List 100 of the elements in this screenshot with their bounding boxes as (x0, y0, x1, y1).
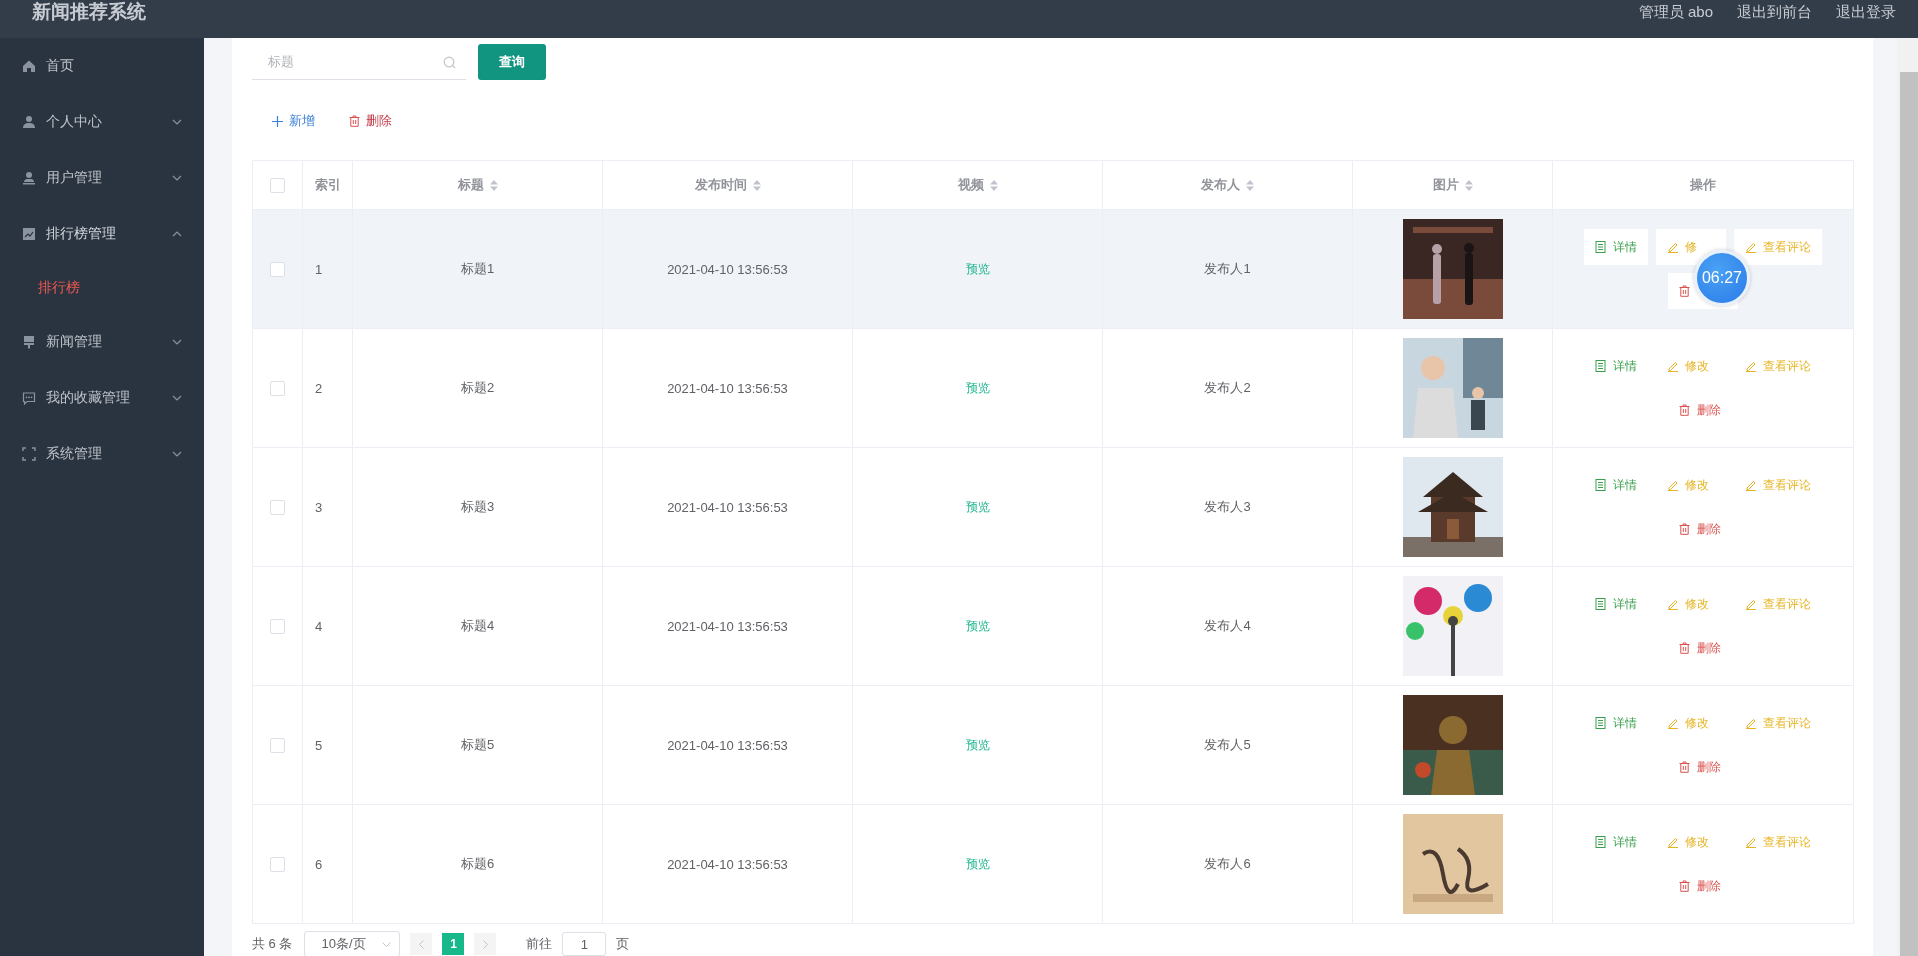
sort-icon (489, 179, 498, 191)
delete-button[interactable]: 删除 (1668, 749, 1738, 785)
doc-icon (1595, 360, 1607, 372)
checkbox[interactable] (270, 261, 285, 277)
chevron-right-icon (482, 939, 488, 949)
search-button[interactable]: 查询 (478, 44, 546, 80)
comments-button[interactable]: 查看评论 (1734, 824, 1822, 860)
delete-button[interactable]: 删除 (1668, 868, 1738, 904)
sidebar-item[interactable]: 个人中心 (0, 94, 204, 150)
table-cell: 发布人1 (1204, 260, 1251, 278)
checkbox[interactable] (270, 856, 285, 872)
checkbox[interactable] (270, 737, 285, 753)
preview-link[interactable]: 预览 (965, 379, 990, 397)
detail-button[interactable]: 详情 (1584, 348, 1648, 384)
preview-link[interactable]: 预览 (965, 736, 990, 754)
page-size-select[interactable]: 10条/页 (304, 931, 401, 956)
comments-button[interactable]: 查看评论 (1734, 348, 1822, 384)
column-header: 操作 (1689, 176, 1717, 194)
edit-button[interactable]: 修改 (1656, 467, 1726, 503)
sidebar-subitem[interactable]: 排行榜 (0, 262, 204, 314)
page-number-field[interactable]: 1 (562, 932, 607, 956)
table-cell: 2021-04-10 13:56:53 (667, 499, 788, 515)
trash-icon (349, 115, 360, 127)
table-cell: 2021-04-10 13:56:53 (667, 380, 788, 396)
table-cell: 2021-04-10 13:56:53 (667, 618, 788, 634)
pencil-icon (1667, 717, 1679, 729)
pencil-icon (1667, 360, 1679, 372)
table-cell: 发布人2 (1204, 379, 1251, 397)
detail-button[interactable]: 详情 (1584, 824, 1648, 860)
chevron-down-icon (172, 339, 182, 345)
page-button[interactable]: 1 (442, 933, 465, 955)
sidebar-item[interactable]: 新闻管理 (0, 314, 204, 370)
comments-button[interactable]: 查看评论 (1734, 705, 1822, 741)
table-row[interactable]: 6 标题6 2021-04-10 13:56:53 预览 发布人6 详情 修改 查看评论 删除 (253, 805, 1853, 924)
table-cell: 发布人3 (1204, 498, 1251, 516)
sidebar-item[interactable]: 系统管理 (0, 426, 204, 482)
app-title: 新闻推荐系统 (32, 0, 146, 24)
edit-button[interactable]: 修改 (1656, 824, 1726, 860)
table-cell: 2021-04-10 13:56:53 (667, 856, 788, 872)
table-cell: 5 (315, 737, 323, 753)
home-icon (22, 59, 36, 73)
preview-link[interactable]: 预览 (965, 855, 990, 873)
table-row[interactable]: 3 标题3 2021-04-10 13:56:53 预览 发布人3 详情 修改 查看评论 删除 (253, 448, 1853, 567)
comments-button[interactable]: 查看评论 (1734, 467, 1822, 503)
table-row[interactable]: 5 标题5 2021-04-10 13:56:53 预览 发布人5 详情 修改 查看评论 删除 (253, 686, 1853, 805)
table-row[interactable]: 4 标题4 2021-04-10 13:56:53 预览 发布人4 详情 修改 查看评论 删除 (253, 567, 1853, 686)
sidebar-item[interactable]: 首页 (0, 38, 204, 94)
delete-button[interactable]: 删除 (1668, 630, 1738, 666)
table-row[interactable]: 2 标题2 2021-04-10 13:56:53 预览 发布人2 详情 修改 查看评论 删除 (253, 329, 1853, 448)
column-header[interactable]: 发布时间 (603, 161, 853, 209)
edit-button[interactable]: 修改 (1656, 348, 1726, 384)
pencil-icon (1745, 836, 1757, 848)
sidebar-item[interactable]: 我的收藏管理 (0, 370, 204, 426)
edit-button[interactable]: 修 (1656, 229, 1726, 265)
sidebar-item[interactable]: 用户管理 (0, 150, 204, 206)
edit-button[interactable]: 修改 (1656, 705, 1726, 741)
detail-button[interactable]: 详情 (1584, 705, 1648, 741)
delete-button[interactable]: 删除 (1668, 511, 1738, 547)
chart-icon (22, 227, 36, 241)
detail-button[interactable]: 详情 (1584, 467, 1648, 503)
delete-button[interactable]: 删除 (1668, 392, 1738, 428)
trash-icon (1679, 642, 1691, 654)
preview-link[interactable]: 预览 (965, 617, 990, 635)
pencil-icon (1745, 717, 1757, 729)
page-unit-label: 页 (616, 935, 630, 953)
comments-button[interactable]: 查看评论 (1734, 229, 1822, 265)
nav-link[interactable]: 退出到前台 (1737, 2, 1812, 22)
delete-button[interactable]: 删除 (341, 108, 400, 134)
checkbox[interactable] (270, 380, 285, 396)
preview-link[interactable]: 预览 (965, 260, 990, 278)
scrollbar-thumb[interactable] (1900, 72, 1918, 956)
scrollbar[interactable] (1897, 38, 1918, 956)
column-header[interactable]: 发布人 (1103, 161, 1353, 209)
add-button[interactable]: 新增 (264, 108, 323, 134)
doc-icon (1595, 836, 1607, 848)
pencil-icon (1745, 479, 1757, 491)
checkbox[interactable] (270, 618, 285, 634)
detail-button[interactable]: 详情 (1584, 229, 1648, 265)
column-header[interactable]: 标题 (353, 161, 603, 209)
sort-icon (1246, 179, 1254, 191)
pencil-icon (1667, 241, 1679, 253)
table-cell: 2021-04-10 13:56:53 (667, 261, 788, 277)
nav-link[interactable]: 退出登录 (1836, 2, 1896, 22)
column-header[interactable]: 视频 (853, 161, 1103, 209)
next-page-button[interactable] (474, 933, 497, 955)
table-cell: 2 (315, 380, 323, 396)
detail-button[interactable]: 详情 (1584, 586, 1648, 622)
user-menu-link[interactable]: 管理员 abo (1638, 2, 1713, 22)
frame-icon (22, 447, 36, 461)
previous-page-button[interactable] (410, 933, 433, 955)
checkbox[interactable] (270, 177, 285, 193)
comments-button[interactable]: 查看评论 (1734, 586, 1822, 622)
table-cell: 6 (315, 856, 323, 872)
edit-button[interactable]: 修改 (1656, 586, 1726, 622)
sidebar-item[interactable]: 排行榜管理 (0, 206, 204, 262)
trash-icon (1679, 523, 1691, 535)
trash-icon (1679, 761, 1691, 773)
preview-link[interactable]: 预览 (965, 498, 990, 516)
column-header[interactable]: 图片 (1353, 161, 1553, 209)
checkbox[interactable] (270, 499, 285, 515)
